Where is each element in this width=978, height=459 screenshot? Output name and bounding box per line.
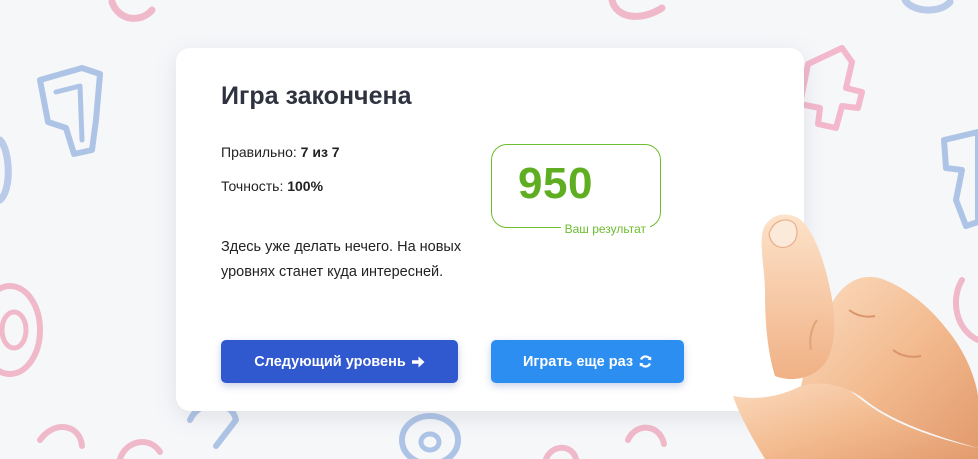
next-level-label: Следующий уровень [254, 353, 406, 370]
score-box: 950 Ваш результат [491, 144, 661, 236]
next-level-button[interactable]: Следующий уровень [221, 340, 458, 383]
accuracy-value: 100% [287, 178, 324, 194]
page-title: Игра закончена [221, 82, 412, 110]
correct-label: Правильно: [221, 144, 301, 160]
accuracy-stat: Точность: 100% [221, 178, 323, 194]
play-again-label: Играть еще раз [522, 353, 634, 370]
level-complete-message: Здесь уже делать нечего. На новых уровня… [221, 239, 462, 280]
score-value: 950 [518, 159, 593, 208]
score-label: Ваш результат [560, 222, 650, 236]
play-again-button[interactable]: Играть еще раз [491, 340, 684, 383]
accuracy-label: Точность: [221, 178, 288, 194]
correct-answers-stat: Правильно: 7 из 7 [221, 144, 340, 160]
arrow-right-icon [411, 356, 425, 368]
refresh-icon [639, 355, 652, 368]
correct-value: 7 из 7 [300, 144, 340, 160]
hand-illustration [733, 214, 978, 459]
result-card: Игра закончена Правильно: 7 из 7 Точност… [176, 48, 804, 411]
